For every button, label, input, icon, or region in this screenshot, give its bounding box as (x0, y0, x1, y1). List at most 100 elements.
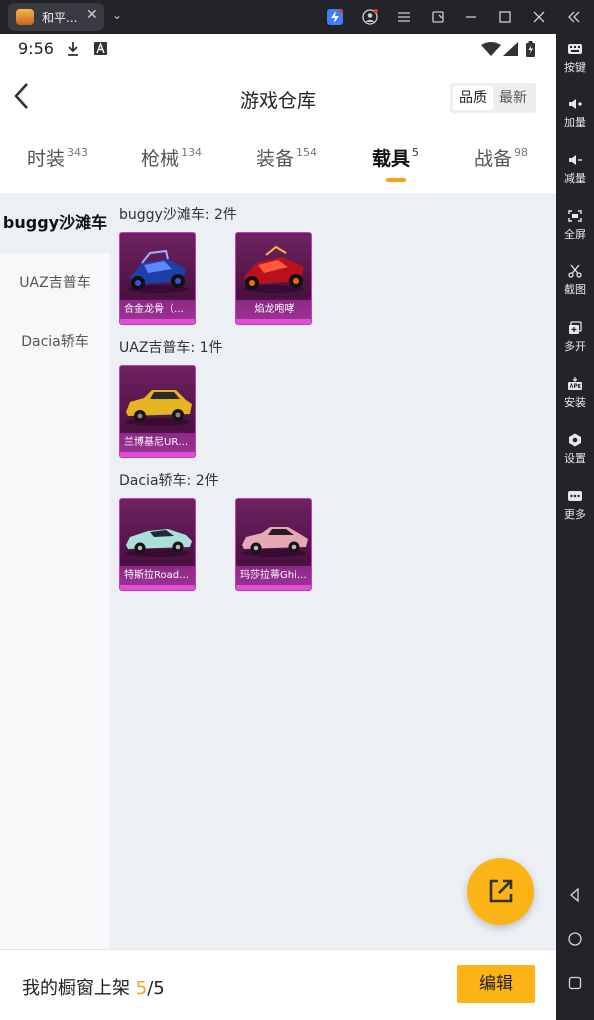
category-tabs: 时装 343 枪械 134 装备 154 载具 5 战备 98 (0, 144, 556, 188)
tab-label: 载具 (372, 148, 411, 170)
sort-quality-option[interactable]: 品质 (453, 86, 493, 110)
page-header: 游戏仓库 品质 最新 (0, 74, 556, 124)
accelerate-icon[interactable] (327, 9, 343, 25)
tab-fashion[interactable]: 时装 343 (27, 144, 88, 171)
restore-window-icon[interactable] (430, 9, 446, 25)
edit-button[interactable]: 编辑 (457, 965, 535, 1003)
showcase-bar: 我的橱窗上架 5/5 编辑 (0, 949, 556, 1020)
phone-screen: 9:56 游戏仓库 品质 最新 时装 343 枪械 134 装备 154 载具 5 战备… (0, 34, 556, 1020)
account-icon[interactable] (362, 9, 378, 25)
subnav-item-uaz[interactable]: UAZ吉普车 (0, 253, 110, 313)
tab-battle-supplies[interactable]: 战备 98 (474, 144, 528, 171)
rarity-bar (120, 585, 195, 590)
tab-count: 134 (181, 146, 203, 159)
vehicle-name: 特斯拉Roads... (120, 566, 195, 586)
volume-up-label: 加量 (564, 116, 586, 129)
apk-install-icon (568, 377, 582, 390)
tab-close-icon[interactable]: ✕ (86, 7, 98, 23)
tab-vehicles[interactable]: 载具 5 (372, 144, 419, 171)
status-time: 9:56 (18, 39, 54, 58)
tab-label: 枪械 (141, 148, 180, 170)
game-app-icon (16, 9, 34, 25)
vehicle-name: 兰博基尼URU... (120, 433, 195, 453)
sort-toggle: 品质 最新 (450, 83, 536, 113)
chevron-down-icon[interactable]: ⌄ (112, 8, 122, 22)
rarity-bar (236, 585, 311, 590)
share-button[interactable] (467, 858, 534, 925)
settings-button[interactable]: 设置 (556, 433, 594, 466)
buggy-red-image (244, 245, 304, 293)
minimize-icon[interactable] (463, 9, 479, 25)
menu-icon[interactable] (396, 9, 412, 25)
vehicle-card[interactable]: 焰龙咆哮 (235, 232, 312, 325)
emulator-sidebar: 按键 加量 减量 全屏 截图 多开 安装 设置 更多 (556, 34, 594, 1020)
tab-label: 时装 (27, 148, 66, 170)
tab-title: 和平... (42, 11, 78, 25)
maximize-icon[interactable] (497, 9, 513, 25)
volume-down-label: 减量 (564, 172, 586, 185)
tab-label: 战备 (474, 148, 513, 170)
vehicle-card[interactable]: 合金龙骨（蓝... (119, 232, 196, 325)
volume-up-icon (569, 99, 582, 109)
keyboard-icon (568, 44, 582, 54)
vehicle-card[interactable]: 兰博基尼URU... (119, 365, 196, 458)
wifi-icon (481, 42, 501, 56)
showcase-total-count: /5 (147, 978, 165, 999)
screenshot-button[interactable]: 截图 (556, 264, 594, 297)
subnav-item-dacia[interactable]: Dacia轿车 (0, 312, 110, 372)
recents-nav-icon[interactable] (567, 975, 583, 991)
home-nav-icon[interactable] (567, 931, 583, 947)
roadster-mint-image (126, 529, 192, 557)
download-icon (68, 42, 78, 56)
multi-instance-button[interactable]: 多开 (556, 321, 594, 354)
signal-icon (503, 42, 518, 56)
vehicle-name: 玛莎拉蒂Ghib... (236, 566, 311, 586)
more-label: 更多 (564, 508, 586, 521)
keymap-button[interactable]: 按键 (556, 42, 594, 75)
fullscreen-button[interactable]: 全屏 (556, 209, 594, 242)
share-external-icon (489, 879, 513, 903)
showcase-summary: 我的橱窗上架 5/5 (22, 974, 165, 1000)
back-nav-icon[interactable] (567, 887, 583, 903)
vehicle-card[interactable]: 玛莎拉蒂Ghib... (235, 498, 312, 591)
vehicle-type-nav: buggy沙滩车 UAZ吉普车 Dacia轿车 (0, 193, 110, 949)
buggy-blue-image (128, 249, 188, 293)
group-title-uaz: UAZ吉普车: 1件 (119, 340, 223, 356)
vehicle-name: 合金龙骨（蓝... (120, 300, 195, 320)
volume-down-button[interactable]: 减量 (556, 153, 594, 186)
rarity-bar (236, 319, 311, 324)
close-icon[interactable] (531, 9, 547, 25)
font-a-icon (94, 42, 107, 55)
tab-count: 5 (412, 146, 420, 159)
showcase-label: 我的橱窗上架 (22, 978, 130, 999)
status-bar: 9:56 (0, 34, 556, 64)
collapse-sidebar-icon[interactable] (566, 9, 582, 25)
keymap-label: 按键 (564, 61, 586, 74)
gear-icon (569, 433, 581, 447)
tab-count: 154 (296, 146, 318, 159)
tab-equipment[interactable]: 装备 154 (256, 144, 317, 171)
fullscreen-icon (568, 210, 582, 222)
tab-count: 343 (67, 146, 89, 159)
tab-guns[interactable]: 枪械 134 (141, 144, 202, 171)
volume-up-button[interactable]: 加量 (556, 97, 594, 130)
volume-down-icon (569, 155, 582, 165)
rarity-bar (120, 319, 195, 324)
battery-charging-icon (526, 41, 535, 57)
suv-yellow-image (126, 390, 192, 426)
app-tab[interactable]: 和平... ✕ (8, 3, 104, 31)
multi-instance-label: 多开 (564, 340, 586, 353)
tab-count: 98 (514, 146, 529, 159)
sort-newest-option[interactable]: 最新 (493, 86, 533, 110)
vehicle-name: 焰龙咆哮 (236, 300, 311, 320)
more-button[interactable]: 更多 (556, 489, 594, 522)
group-title-dacia: Dacia轿车: 2件 (119, 473, 219, 489)
scissors-icon (568, 264, 582, 278)
active-tab-indicator (386, 178, 406, 182)
screenshot-label: 截图 (564, 283, 586, 296)
settings-label: 设置 (564, 452, 586, 465)
vehicle-card[interactable]: 特斯拉Roads... (119, 498, 196, 591)
install-apk-label: 安装 (564, 396, 586, 409)
subnav-item-buggy[interactable]: buggy沙滩车 (0, 193, 110, 253)
install-apk-button[interactable]: 安装 (556, 377, 594, 410)
